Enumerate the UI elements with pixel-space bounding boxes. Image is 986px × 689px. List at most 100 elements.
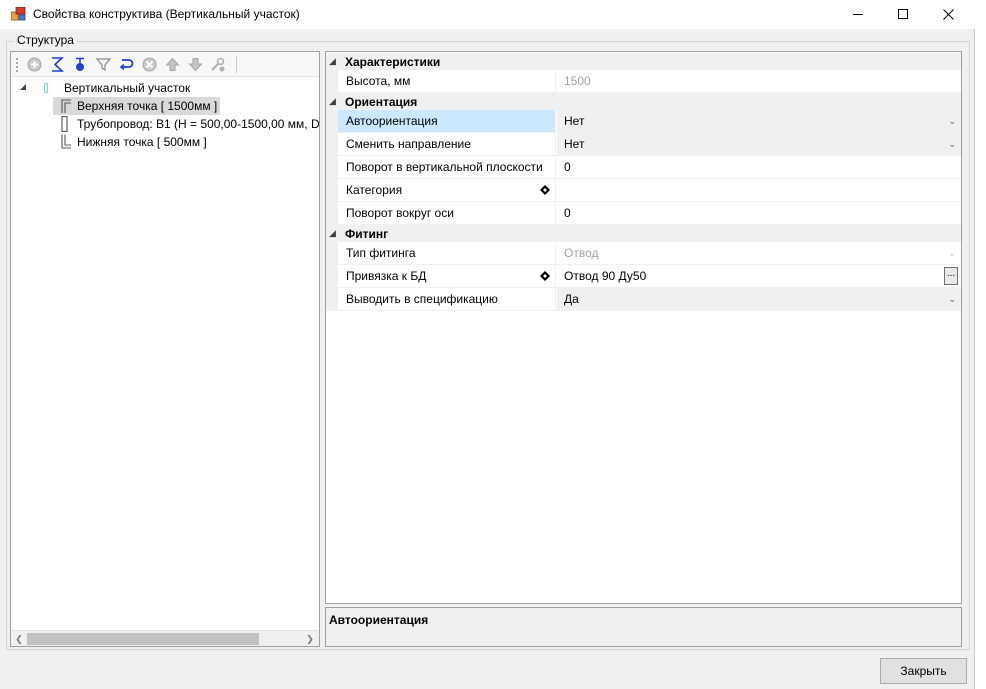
property-value-dropdown: Отвод ⌄ xyxy=(557,242,961,264)
remove-circle-icon[interactable] xyxy=(140,55,158,73)
property-name-text: Привязка к БД xyxy=(346,269,427,283)
app-icon xyxy=(11,7,26,21)
collapse-icon[interactable]: ◢ xyxy=(329,96,336,107)
chevron-down-icon[interactable]: ⌄ xyxy=(948,133,956,155)
tree-node-top-point[interactable]: Верхняя точка [ 1500мм ] xyxy=(53,97,221,115)
maximize-icon xyxy=(897,9,908,19)
category-label: Ориентация xyxy=(345,95,418,109)
close-icon xyxy=(942,9,954,20)
close-window-button[interactable] xyxy=(925,0,971,29)
category-fitting[interactable]: ◢ Фитинг xyxy=(326,225,961,242)
top-point-icon xyxy=(61,99,71,113)
row-gutter xyxy=(326,156,338,179)
property-name: Поворот вокруг оси xyxy=(338,202,556,224)
dropdown-value: Нет xyxy=(564,137,585,151)
description-title: Автоориентация xyxy=(329,613,429,627)
property-description-panel: Автоориентация xyxy=(325,607,962,647)
diamond-marker-icon xyxy=(538,183,552,197)
category-label: Характеристики xyxy=(345,55,441,69)
maximize-button[interactable] xyxy=(880,0,926,29)
tree-node-label: Верхняя точка [ 1500мм ] xyxy=(77,99,218,113)
move-up-icon[interactable] xyxy=(163,55,181,73)
diamond-marker-icon xyxy=(538,269,552,283)
row-gutter xyxy=(326,133,338,156)
tools-icon[interactable] xyxy=(209,55,227,73)
structure-tree-panel: Вертикальный участок Верхняя точка [ 150… xyxy=(10,51,320,647)
row-gutter xyxy=(326,288,338,311)
tree-node-bottom-point[interactable]: Нижняя точка [ 500мм ] xyxy=(59,133,207,151)
property-name: Высота, мм xyxy=(338,70,556,92)
expand-collapse-icon[interactable] xyxy=(18,82,28,92)
toolbar-grip[interactable] xyxy=(16,58,18,72)
row-gutter xyxy=(326,70,338,93)
sigma-icon[interactable] xyxy=(48,55,66,73)
close-button[interactable]: Закрыть xyxy=(880,658,967,684)
structure-group-label: Структура xyxy=(14,33,77,47)
vertical-segment-icon xyxy=(44,83,48,93)
property-row-category[interactable]: Категория xyxy=(326,179,961,202)
property-row-fitting-type[interactable]: Тип фитинга Отвод ⌄ xyxy=(326,242,961,265)
collapse-icon[interactable]: ◢ xyxy=(329,56,336,67)
add-circle-icon[interactable] xyxy=(25,55,43,73)
property-value[interactable]: 0 xyxy=(557,156,961,178)
property-row-height[interactable]: Высота, мм 1500 xyxy=(326,70,961,93)
properties-dialog: Свойства конструктива (Вертикальный учас… xyxy=(0,0,975,689)
property-value-dropdown[interactable]: Нет ⌄ xyxy=(557,110,961,132)
property-name: Поворот в вертикальной плоскости xyxy=(338,156,556,178)
scrollbar-thumb[interactable] xyxy=(27,633,259,645)
tree-toolbar xyxy=(11,52,319,77)
row-gutter xyxy=(326,202,338,225)
row-gutter xyxy=(326,242,338,265)
tree-node-label: Трубопровод: В1 (H = 500,00-1500,00 мм, … xyxy=(77,117,320,131)
toolbar-separator xyxy=(236,56,237,73)
pipe-segment-icon xyxy=(61,116,68,132)
bottom-point-icon xyxy=(61,134,71,149)
property-value-text: Отвод 90 Ду50 xyxy=(564,269,647,283)
chevron-down-icon[interactable]: ⌄ xyxy=(948,288,956,310)
property-row-auto-orientation[interactable]: Автоориентация Нет ⌄ xyxy=(326,110,961,133)
property-value-dropdown[interactable]: Да ⌄ xyxy=(557,288,961,310)
window-title: Свойства конструктива (Вертикальный учас… xyxy=(33,7,300,21)
property-row-change-direction[interactable]: Сменить направление Нет ⌄ xyxy=(326,133,961,156)
tree-node-pipe[interactable]: Трубопровод: В1 (H = 500,00-1500,00 мм, … xyxy=(59,115,320,133)
collapse-icon[interactable]: ◢ xyxy=(329,228,336,239)
tree-node-label: Вертикальный участок xyxy=(64,81,191,95)
property-row-vertical-rotation[interactable]: Поворот в вертикальной плоскости 0 xyxy=(326,156,961,179)
property-value-dropdown[interactable]: Нет ⌄ xyxy=(557,133,961,155)
row-gutter xyxy=(326,265,338,288)
title-bar: Свойства конструктива (Вертикальный учас… xyxy=(0,0,975,29)
property-row-axis-rotation[interactable]: Поворот вокруг оси 0 xyxy=(326,202,961,225)
move-down-icon[interactable] xyxy=(186,55,204,73)
property-value[interactable]: Отвод 90 Ду50 ... xyxy=(557,265,961,287)
property-name: Тип фитинга xyxy=(338,242,556,264)
row-gutter xyxy=(326,110,338,133)
property-grid: ◢ Характеристики Высота, мм 1500 ◢ Ориен… xyxy=(325,51,962,604)
browse-button[interactable]: ... xyxy=(944,267,958,285)
property-name: Автоориентация xyxy=(338,110,556,132)
scroll-right-icon[interactable]: ❯ xyxy=(303,633,317,645)
dropdown-value: Да xyxy=(564,292,579,306)
property-name: Категория xyxy=(338,179,556,201)
chevron-down-icon[interactable]: ⌄ xyxy=(948,110,956,132)
property-name-text: Категория xyxy=(346,183,403,197)
dropdown-value: Нет xyxy=(564,114,585,128)
chevron-down-icon: ⌄ xyxy=(948,248,956,258)
tree-node-label: Нижняя точка [ 500мм ] xyxy=(77,135,207,149)
property-value[interactable]: 0 xyxy=(557,202,961,224)
undo-arrow-icon[interactable] xyxy=(117,55,135,73)
dropdown-value: Отвод xyxy=(564,246,599,260)
category-orientation[interactable]: ◢ Ориентация xyxy=(326,93,961,110)
sort-icon[interactable] xyxy=(71,55,89,73)
tree-node-root[interactable]: Вертикальный участок xyxy=(44,79,190,97)
property-row-include-spec[interactable]: Выводить в спецификацию Да ⌄ xyxy=(326,288,961,311)
property-row-db-binding[interactable]: Привязка к БД Отвод 90 Ду50 ... xyxy=(326,265,961,288)
minimize-button[interactable] xyxy=(835,0,881,29)
row-gutter xyxy=(326,179,338,202)
property-name: Привязка к БД xyxy=(338,265,556,287)
property-value[interactable] xyxy=(557,179,961,201)
minimize-icon xyxy=(852,14,863,15)
filter-icon[interactable] xyxy=(94,55,112,73)
tree-horizontal-scrollbar[interactable]: ❮ ❯ xyxy=(11,630,319,646)
scroll-left-icon[interactable]: ❮ xyxy=(12,633,26,645)
category-characteristics[interactable]: ◢ Характеристики xyxy=(326,53,961,70)
